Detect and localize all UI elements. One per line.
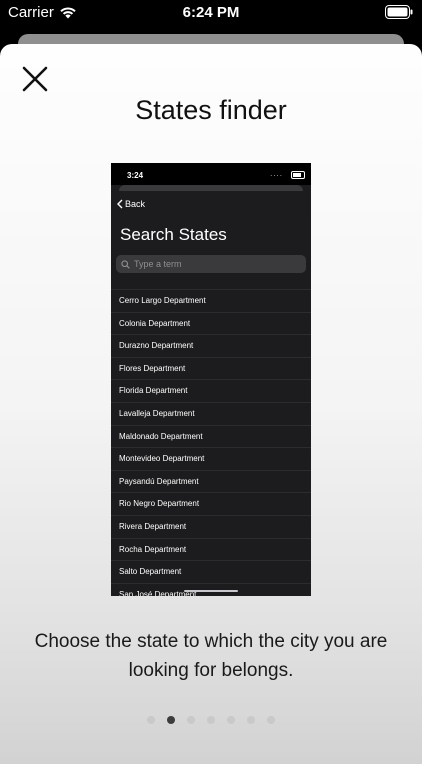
list-item: Lavalleja Department	[111, 401, 311, 425]
preview-search-placeholder: Type a term	[134, 259, 182, 269]
preview-background-card	[119, 185, 303, 191]
page-dot-2-active[interactable]	[167, 716, 175, 724]
preview-time: 3:24	[127, 171, 144, 180]
preview-scroll-indicator	[184, 590, 238, 592]
preview-battery-icon	[291, 171, 305, 179]
list-item: Rio Negro Department	[111, 492, 311, 515]
page-dot-3[interactable]	[187, 716, 195, 724]
list-item: Florida Department	[111, 379, 311, 402]
preview-back-label: Back	[125, 199, 146, 209]
preview-search-field: Type a term	[116, 255, 306, 273]
list-item: Paysandú Department	[111, 469, 311, 493]
status-bar: Carrier 6:24 PM	[0, 0, 422, 26]
status-time: 6:24 PM	[182, 4, 240, 21]
preview-state-list: Cerro Largo Department Colonia Departmen…	[111, 289, 311, 596]
list-item: Cerro Largo Department	[111, 289, 311, 312]
page-dot-1[interactable]	[147, 716, 155, 724]
page-title: States finder	[135, 95, 287, 125]
list-item: Colonia Department	[111, 311, 311, 335]
close-icon[interactable]	[20, 64, 50, 94]
page-caption: Choose the state to which the city you a…	[34, 631, 388, 681]
preview-back-button: Back	[116, 199, 145, 209]
page-dot-7[interactable]	[267, 716, 275, 724]
list-item: Durazno Department	[111, 334, 311, 357]
page-dot-6[interactable]	[247, 716, 255, 724]
page-indicator[interactable]	[0, 716, 422, 724]
app-preview-screenshot: 3:24 .... Back Search States Type a term…	[111, 163, 311, 596]
page-dot-4[interactable]	[207, 716, 215, 724]
chevron-left-icon	[117, 199, 123, 209]
list-item: Salto Department	[111, 560, 311, 583]
battery-icon	[385, 5, 413, 19]
list-item: Montevideo Department	[111, 447, 311, 470]
list-item: Rocha Department	[111, 537, 311, 561]
preview-title: Search States	[120, 225, 227, 244]
search-icon	[121, 259, 130, 269]
preview-status-bar: 3:24 ....	[111, 163, 311, 185]
list-item: Maldonado Department	[111, 424, 311, 448]
list-item: Rivera Department	[111, 514, 311, 538]
preview-signal: ....	[270, 169, 283, 178]
list-item: Flores Department	[111, 356, 311, 380]
page-dot-5[interactable]	[227, 716, 235, 724]
